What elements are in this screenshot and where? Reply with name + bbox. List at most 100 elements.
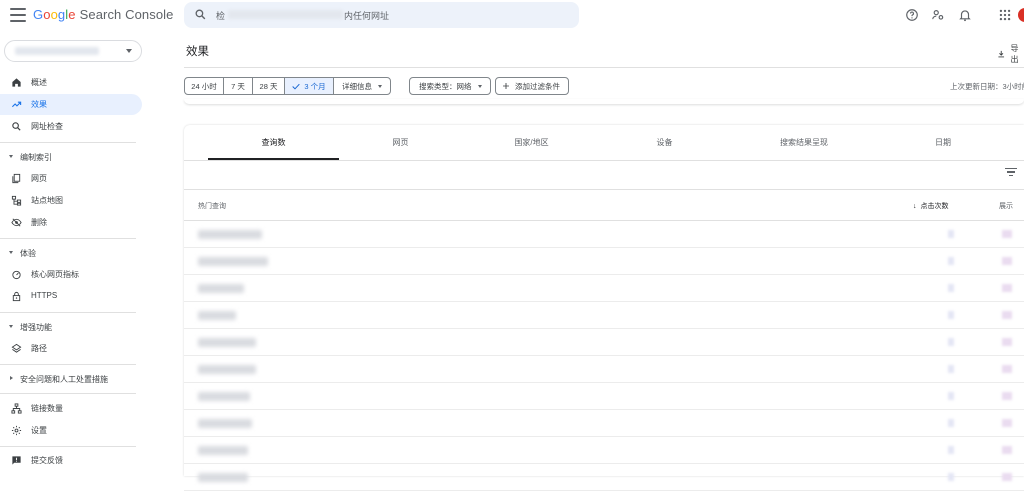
sidebar-divider xyxy=(0,312,136,313)
tab-label: 设备 xyxy=(656,138,673,147)
column-header-query[interactable]: 热门查询 xyxy=(198,201,226,211)
url-inspection-search[interactable]: 检 内任何网址 xyxy=(184,2,579,28)
range-more-details[interactable]: 详细信息 xyxy=(333,77,391,95)
sidebar-item-label: 网址检查 xyxy=(31,122,63,131)
redacted-text-block xyxy=(198,446,248,455)
last-updated-text: 上次更新日期：3小时前 xyxy=(950,82,1024,91)
tab-label: 查询数 xyxy=(261,138,286,147)
table-row[interactable] xyxy=(184,275,1024,302)
tab-pages[interactable]: 网页 xyxy=(339,125,462,160)
range-label: 详细信息 xyxy=(342,81,372,91)
links-icon xyxy=(11,403,22,414)
property-selector[interactable] xyxy=(4,40,142,62)
range-label: 24 小时 xyxy=(191,81,217,91)
redacted-query xyxy=(198,338,256,347)
redacted-text-block xyxy=(198,473,248,482)
table-row[interactable] xyxy=(184,356,1024,383)
settings-icon xyxy=(11,425,22,436)
redacted-text-block xyxy=(198,419,252,428)
redacted-query xyxy=(198,257,268,266)
range-7d[interactable]: 7 天 xyxy=(223,77,253,95)
manage-users-icon[interactable] xyxy=(931,8,945,22)
sidebar-item-label: 效果 xyxy=(31,100,47,109)
main-menu-icon[interactable] xyxy=(10,8,26,22)
sidebar-item-links[interactable]: 链接数量 xyxy=(0,398,142,419)
redacted-impressions xyxy=(1002,473,1012,481)
redacted-query xyxy=(198,446,248,455)
sidebar-item-url-inspection[interactable]: 网址检查 xyxy=(0,116,142,137)
sidebar-section-enhancements[interactable]: 增强功能 xyxy=(0,317,142,337)
sidebar-item-core-web-vitals[interactable]: 核心网页指标 xyxy=(0,264,142,285)
section-label: 安全问题和人工处置措施 xyxy=(20,375,108,384)
add-filter-button[interactable]: 添加过滤条件 xyxy=(495,77,569,95)
tab-countries[interactable]: 国家/地区 xyxy=(470,125,593,160)
redacted-text-block xyxy=(198,365,256,374)
sidebar-item-https[interactable]: HTTPS xyxy=(0,286,142,307)
collapse-triangle-icon xyxy=(9,155,13,158)
sidebar-item-removals[interactable]: 删除 xyxy=(0,212,142,233)
table-row[interactable] xyxy=(184,410,1024,437)
dropdown-caret-icon xyxy=(378,84,382,88)
collapse-triangle-icon xyxy=(9,251,13,254)
table-row[interactable] xyxy=(184,437,1024,464)
sidebar-item-pages[interactable]: 网页 xyxy=(0,168,142,189)
sidebar-section-indexing[interactable]: 编制索引 xyxy=(0,147,142,167)
redacted-clicks xyxy=(948,473,954,481)
table-row[interactable] xyxy=(184,302,1024,329)
redacted-impressions xyxy=(1002,365,1012,373)
notifications-icon[interactable] xyxy=(958,8,972,22)
redacted-query xyxy=(198,392,250,401)
home-icon xyxy=(12,78,21,87)
redacted-clicks xyxy=(948,392,954,400)
column-header-clicks[interactable]: ↓ 点击次数 xyxy=(913,201,949,211)
sidebar-item-label: 删除 xyxy=(31,218,47,227)
apps-grid-icon[interactable] xyxy=(998,8,1012,22)
table-row[interactable] xyxy=(184,464,1024,491)
redacted-clicks xyxy=(948,311,954,319)
search-type-filter[interactable]: 搜索类型：网络 xyxy=(409,77,491,95)
table-row[interactable] xyxy=(184,383,1024,410)
sidebar-section-security[interactable]: 安全问题和人工处置措施 xyxy=(0,369,142,389)
section-label: 编制索引 xyxy=(20,153,52,162)
redacted-query xyxy=(198,419,252,428)
sitemap-icon xyxy=(11,195,22,206)
range-24h[interactable]: 24 小时 xyxy=(184,77,224,95)
collapse-triangle-icon xyxy=(9,325,13,328)
range-label: 28 天 xyxy=(259,81,278,91)
sidebar-item-performance[interactable]: 效果 xyxy=(0,94,142,115)
table-row[interactable] xyxy=(184,248,1024,275)
top-app-bar: Google Search Console 检 内任何网址 xyxy=(0,0,1024,32)
filter-rows-icon[interactable] xyxy=(1005,168,1017,178)
table-row[interactable] xyxy=(184,221,1024,248)
tab-label: 网页 xyxy=(392,138,409,147)
redacted-impressions xyxy=(1002,419,1012,427)
redacted-impressions xyxy=(1002,311,1012,319)
search-type-label: 搜索类型：网络 xyxy=(419,81,472,91)
help-icon[interactable] xyxy=(905,8,919,22)
tab-devices[interactable]: 设备 xyxy=(603,125,726,160)
redacted-clicks xyxy=(948,446,954,454)
sidebar-item-overview[interactable]: 概述 xyxy=(0,72,142,93)
tab-dates[interactable]: 日期 xyxy=(882,125,1004,160)
product-name: Search Console xyxy=(79,7,174,22)
account-avatar[interactable] xyxy=(1018,8,1024,22)
redacted-impressions xyxy=(1002,392,1012,400)
sidebar-item-feedback[interactable]: 提交反馈 xyxy=(0,450,142,471)
tab-search-appearance[interactable]: 搜索结果呈现 xyxy=(742,125,866,160)
sidebar-item-label: 站点地图 xyxy=(31,196,63,205)
tab-queries[interactable]: 查询数 xyxy=(208,125,339,160)
sidebar-section-experience[interactable]: 体验 xyxy=(0,243,142,263)
range-28d[interactable]: 28 天 xyxy=(252,77,285,95)
sidebar-item-breadcrumbs[interactable]: 路径 xyxy=(0,338,142,359)
redacted-query xyxy=(198,230,262,239)
export-button[interactable]: 导出 xyxy=(997,43,1024,65)
redacted-query xyxy=(198,284,244,293)
redacted-text-block xyxy=(198,230,262,239)
product-logo[interactable]: Google Search Console xyxy=(33,7,174,22)
left-navigation: 概述 效果 网址检查 编制索引 网页 站点地图 删除 体验 核心网页指标 HTT… xyxy=(0,32,150,476)
range-3m[interactable]: 3 个月 xyxy=(284,77,334,95)
column-header-impressions[interactable]: 展示 xyxy=(999,201,1013,211)
table-row[interactable] xyxy=(184,329,1024,356)
sidebar-item-settings[interactable]: 设置 xyxy=(0,420,142,441)
sidebar-item-sitemaps[interactable]: 站点地图 xyxy=(0,190,142,211)
